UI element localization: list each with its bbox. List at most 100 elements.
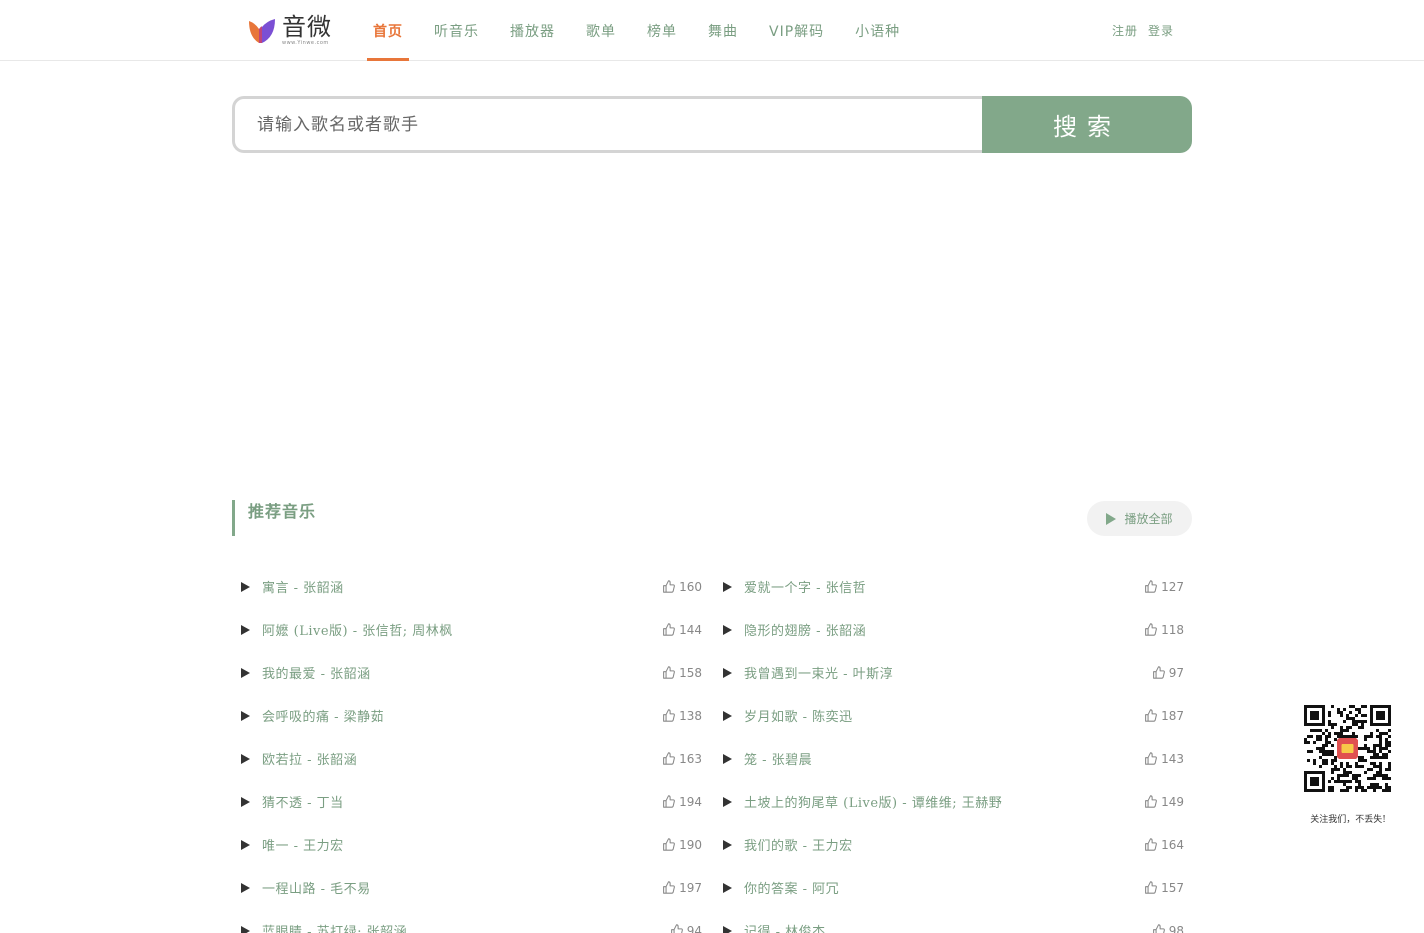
song-title[interactable]: 阿嬷 (Live版) - 张信哲; 周林枫 (262, 620, 453, 639)
song-row[interactable]: 我们的歌 - 王力宏 164 (714, 823, 1184, 866)
song-row[interactable]: 爱就一个字 - 张信哲 127 (714, 565, 1184, 608)
song-title[interactable]: 欧若拉 - 张韶涵 (262, 749, 357, 768)
thumbs-up-icon (663, 752, 676, 765)
like-count[interactable]: 138 (662, 694, 702, 737)
song-row[interactable]: 欧若拉 - 张韶涵 163 (232, 737, 702, 780)
play-all-label: 播放全部 (1124, 512, 1173, 526)
like-count[interactable]: 97 (1152, 651, 1184, 694)
song-title[interactable]: 隐形的翅膀 - 张韶涵 (744, 620, 866, 639)
thumbs-up-icon (663, 881, 676, 894)
song-column-left: 寓言 - 张韶涵 160 阿嬷 (Live版) - 张信哲; 周林枫 144 我的最爱 … (232, 565, 702, 933)
play-icon[interactable] (241, 882, 250, 893)
play-icon[interactable] (723, 667, 732, 678)
search-input[interactable] (232, 96, 982, 153)
song-title[interactable]: 唯一 - 王力宏 (262, 835, 344, 854)
song-title[interactable]: 岁月如歌 - 陈奕迅 (744, 706, 853, 725)
play-all-button[interactable]: 播放全部 (1087, 501, 1192, 536)
nav-charts[interactable]: 榜单 (641, 0, 683, 61)
thumbs-up-icon (663, 795, 676, 808)
nav-playlists[interactable]: 歌单 (580, 0, 622, 61)
like-count[interactable]: 164 (1144, 823, 1184, 866)
like-number: 187 (1161, 708, 1184, 723)
like-count[interactable]: 160 (662, 565, 702, 608)
like-number: 94 (686, 923, 702, 933)
like-count[interactable]: 149 (1144, 780, 1184, 823)
play-icon[interactable] (723, 753, 732, 764)
play-icon[interactable] (723, 581, 732, 592)
nav-dance[interactable]: 舞曲 (702, 0, 744, 61)
search-button[interactable]: 搜索 (982, 96, 1192, 153)
song-row[interactable]: 一程山路 - 毛不易 197 (232, 866, 702, 909)
like-count[interactable]: 197 (662, 866, 702, 909)
play-icon[interactable] (241, 710, 250, 721)
like-count[interactable]: 157 (1144, 866, 1184, 909)
song-row[interactable]: 我的最爱 - 张韶涵 158 (232, 651, 702, 694)
song-column-right: 爱就一个字 - 张信哲 127 隐形的翅膀 - 张韶涵 118 我曾遇到一束光 - 叶斯… (714, 565, 1184, 933)
register-link[interactable]: 注册 (1112, 22, 1138, 39)
song-title[interactable]: 我曾遇到一束光 - 叶斯淳 (744, 663, 893, 682)
song-title[interactable]: 我的最爱 - 张韶涵 (262, 663, 371, 682)
play-icon[interactable] (241, 925, 250, 933)
song-row[interactable]: 我曾遇到一束光 - 叶斯淳 97 (714, 651, 1184, 694)
song-row[interactable]: 隐形的翅膀 - 张韶涵 118 (714, 608, 1184, 651)
play-icon[interactable] (723, 710, 732, 721)
play-icon (1106, 512, 1117, 525)
song-row[interactable]: 蓝眼睛 - 苏打绿; 张韶涵 94 (232, 909, 702, 933)
song-title[interactable]: 记得 - 林俊杰 (744, 921, 826, 933)
like-count[interactable]: 118 (1144, 608, 1184, 651)
nav-minor-languages[interactable]: 小语种 (849, 0, 906, 61)
song-row[interactable]: 唯一 - 王力宏 190 (232, 823, 702, 866)
song-title[interactable]: 笼 - 张碧晨 (744, 749, 812, 768)
login-link[interactable]: 登录 (1148, 22, 1174, 39)
like-count[interactable]: 94 (670, 909, 702, 933)
like-count[interactable]: 144 (662, 608, 702, 651)
song-title[interactable]: 猜不透 - 丁当 (262, 792, 344, 811)
play-icon[interactable] (241, 581, 250, 592)
like-count[interactable]: 163 (662, 737, 702, 780)
nav-player[interactable]: 播放器 (504, 0, 561, 61)
like-count[interactable]: 194 (662, 780, 702, 823)
song-title[interactable]: 会呼吸的痛 - 梁静茹 (262, 706, 384, 725)
play-icon[interactable] (241, 839, 250, 850)
thumbs-up-icon (1145, 623, 1158, 636)
song-title[interactable]: 我们的歌 - 王力宏 (744, 835, 853, 854)
play-icon[interactable] (723, 624, 732, 635)
play-icon[interactable] (241, 753, 250, 764)
logo-icon (249, 19, 275, 43)
play-icon[interactable] (723, 839, 732, 850)
song-row[interactable]: 会呼吸的痛 - 梁静茹 138 (232, 694, 702, 737)
song-row[interactable]: 你的答案 - 阿冗 157 (714, 866, 1184, 909)
play-icon[interactable] (723, 882, 732, 893)
song-title[interactable]: 你的答案 - 阿冗 (744, 878, 839, 897)
like-count[interactable]: 127 (1144, 565, 1184, 608)
nav-home[interactable]: 首页 (367, 0, 409, 61)
thumbs-up-icon (1145, 838, 1158, 851)
play-icon[interactable] (241, 796, 250, 807)
like-count[interactable]: 190 (662, 823, 702, 866)
like-number: 97 (1168, 665, 1184, 680)
song-title[interactable]: 寓言 - 张韶涵 (262, 577, 344, 596)
song-row[interactable]: 土坡上的狗尾草 (Live版) - 谭维维; 王赫野 149 (714, 780, 1184, 823)
song-title[interactable]: 土坡上的狗尾草 (Live版) - 谭维维; 王赫野 (744, 792, 1002, 811)
like-count[interactable]: 98 (1152, 909, 1184, 933)
song-title[interactable]: 一程山路 - 毛不易 (262, 878, 371, 897)
like-count[interactable]: 158 (662, 651, 702, 694)
song-row[interactable]: 猜不透 - 丁当 194 (232, 780, 702, 823)
song-row[interactable]: 寓言 - 张韶涵 160 (232, 565, 702, 608)
qr-code (1304, 705, 1391, 792)
like-count[interactable]: 143 (1144, 737, 1184, 780)
song-row[interactable]: 笼 - 张碧晨 143 (714, 737, 1184, 780)
song-title[interactable]: 蓝眼睛 - 苏打绿; 张韶涵 (262, 921, 407, 933)
song-row[interactable]: 阿嬷 (Live版) - 张信哲; 周林枫 144 (232, 608, 702, 651)
play-icon[interactable] (723, 925, 732, 933)
song-row[interactable]: 岁月如歌 - 陈奕迅 187 (714, 694, 1184, 737)
song-title[interactable]: 爱就一个字 - 张信哲 (744, 577, 866, 596)
play-icon[interactable] (241, 624, 250, 635)
nav-vip-decode[interactable]: VIP解码 (763, 0, 830, 61)
like-count[interactable]: 187 (1144, 694, 1184, 737)
song-row[interactable]: 记得 - 林俊杰 98 (714, 909, 1184, 933)
play-icon[interactable] (723, 796, 732, 807)
site-logo[interactable]: 音微 www.Yinwe.com (247, 12, 337, 48)
play-icon[interactable] (241, 667, 250, 678)
nav-listen[interactable]: 听音乐 (428, 0, 485, 61)
